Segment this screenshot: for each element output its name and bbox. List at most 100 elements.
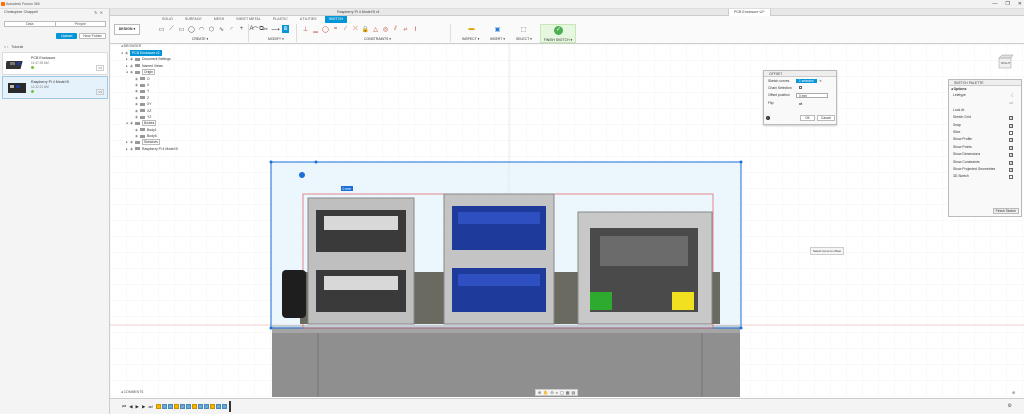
- sketch-point[interactable]: [314, 160, 318, 164]
- checkbox-checked-icon[interactable]: [1009, 137, 1013, 145]
- conic-icon[interactable]: ◜: [228, 25, 235, 33]
- line-icon[interactable]: ⟋: [168, 25, 175, 33]
- checkbox-checked-icon[interactable]: [1009, 145, 1013, 152]
- timeline-feature[interactable]: [204, 404, 209, 409]
- circle-icon[interactable]: ◯: [188, 25, 195, 33]
- tab-solid[interactable]: SOLID: [158, 16, 177, 23]
- coincident-icon[interactable]: ▁: [312, 25, 319, 33]
- rectangle-icon[interactable]: ▭: [178, 25, 185, 33]
- timeline-marker[interactable]: [229, 401, 231, 412]
- timeline-feature[interactable]: [180, 404, 185, 409]
- play-icon[interactable]: ▶: [136, 404, 139, 410]
- offset-icon[interactable]: ⧈: [282, 25, 289, 33]
- checkbox-checked-icon[interactable]: [1009, 123, 1013, 130]
- tab-utilities[interactable]: UTILITIES: [296, 16, 321, 23]
- trim-icon[interactable]: ✂: [262, 25, 269, 33]
- home-icon[interactable]: ⌂ ‹: [4, 45, 8, 49]
- new-folder-button[interactable]: New Folder: [79, 33, 106, 39]
- upload-button[interactable]: Upload: [56, 33, 78, 39]
- file-item-raspberry-pi[interactable]: Raspberry Pi 4 Model B 11:32:21 AM V1: [2, 76, 108, 99]
- palette-option[interactable]: Look At: [949, 107, 1021, 114]
- palette-option[interactable]: Slice: [949, 129, 1021, 136]
- tab-surface[interactable]: SURFACE: [181, 16, 206, 23]
- timeline-feature[interactable]: [222, 404, 227, 409]
- palette-option[interactable]: Show Dimensions: [949, 151, 1021, 160]
- checkbox-icon[interactable]: [1009, 175, 1013, 180]
- user-name[interactable]: Christopher Chappell: [4, 10, 38, 14]
- workspace-design-button[interactable]: DESIGN ▾: [114, 24, 140, 35]
- tab-plastic[interactable]: PLASTIC: [269, 16, 292, 23]
- sketch-curves-selection[interactable]: 1 selected: [796, 79, 817, 83]
- offset-position-input[interactable]: 0 mm: [796, 93, 828, 98]
- sketch-point[interactable]: [739, 326, 743, 330]
- step-back-icon[interactable]: ◀: [129, 404, 132, 410]
- collinear-icon[interactable]: ⫽: [392, 25, 399, 33]
- close-panel-icon[interactable]: ✕: [100, 10, 105, 15]
- checkbox-checked-icon[interactable]: [1009, 115, 1013, 123]
- comments-panel-header[interactable]: ◂ COMMENTS: [121, 390, 143, 394]
- inspect-menu[interactable]: INSPECT ▾: [462, 37, 479, 41]
- curvature-icon[interactable]: ⌇: [412, 25, 419, 33]
- clear-selection-icon[interactable]: ✕: [819, 79, 822, 83]
- maximize-button[interactable]: ❐: [1005, 0, 1009, 9]
- view-cube[interactable]: RIGHT: [996, 54, 1014, 70]
- version-badge[interactable]: V1: [96, 89, 104, 95]
- browser-item[interactable]: ▸ ◉ Raspberry Pi 4 Model B: [121, 146, 211, 152]
- constraints-menu[interactable]: CONSTRAINTS ▾: [364, 37, 391, 41]
- viewport-canvas[interactable]: 0 mm: [110, 44, 1024, 397]
- parallel-icon[interactable]: ∕: [342, 25, 349, 33]
- insert-image-icon[interactable]: ▣: [494, 25, 501, 33]
- tab-sheet-metal[interactable]: SHEET METAL: [232, 16, 265, 23]
- spline-icon[interactable]: ∿: [218, 25, 225, 33]
- cancel-button[interactable]: Cancel: [817, 115, 835, 121]
- close-button[interactable]: ✕: [1018, 0, 1022, 9]
- display-settings-icon[interactable]: ▢: [560, 390, 564, 395]
- palette-option[interactable]: ▭: [949, 99, 1021, 106]
- chain-selection-checkbox[interactable]: [799, 86, 802, 89]
- tangent-icon[interactable]: ◯: [322, 25, 329, 33]
- timeline-feature[interactable]: [192, 404, 197, 409]
- palette-option[interactable]: 3D Sketch: [949, 173, 1021, 180]
- doc-tab-pcb-enclosure[interactable]: PCB Enclosure v2*: [728, 9, 771, 16]
- tab-mesh[interactable]: MESH: [210, 16, 228, 23]
- gear-icon[interactable]: ⚙: [1008, 403, 1012, 409]
- select-menu[interactable]: SELECT ▾: [516, 37, 532, 41]
- palette-option[interactable]: Linetype 〈: [949, 92, 1021, 99]
- grid-settings-icon[interactable]: ▦: [566, 390, 570, 395]
- create-sketch-icon[interactable]: ▭: [158, 25, 165, 33]
- doc-tab-raspberry-pi[interactable]: Raspberry Pi 4 Model B v1: [332, 9, 385, 16]
- ok-button[interactable]: OK: [800, 115, 815, 121]
- sketch-point[interactable]: [269, 160, 273, 164]
- palette-option[interactable]: Show Projected Geometries: [949, 166, 1021, 174]
- pan-icon[interactable]: ✋: [543, 390, 548, 395]
- fit-icon[interactable]: ⌕: [556, 390, 558, 395]
- finish-sketch-button[interactable]: ✓ FINISH SKETCH ▾: [540, 24, 576, 43]
- minimize-button[interactable]: —: [992, 0, 997, 9]
- orbit-icon[interactable]: ⊕: [538, 390, 541, 395]
- palette-option[interactable]: Show Profile: [949, 136, 1021, 145]
- offset-dialog-title[interactable]: OFFSET: [764, 71, 836, 77]
- info-icon[interactable]: i: [766, 116, 770, 120]
- insert-menu[interactable]: INSERT ▾: [490, 37, 505, 41]
- checkbox-checked-icon[interactable]: [1009, 167, 1013, 174]
- concentric-icon[interactable]: ◎: [382, 25, 389, 33]
- go-to-end-icon[interactable]: ⏭: [148, 404, 152, 410]
- point-icon[interactable]: +: [238, 25, 245, 33]
- timeline-feature[interactable]: [210, 404, 215, 409]
- go-to-start-icon[interactable]: ⏮: [122, 404, 126, 410]
- palette-finish-sketch-button[interactable]: Finish Sketch: [992, 208, 1019, 214]
- timeline-feature[interactable]: [168, 404, 173, 409]
- timeline-feature[interactable]: [186, 404, 191, 409]
- checkbox-icon[interactable]: [1009, 130, 1013, 135]
- measure-icon[interactable]: ▬: [468, 25, 475, 33]
- option-icon[interactable]: 〈: [1009, 92, 1013, 99]
- perpendicular-icon[interactable]: ⤫: [352, 25, 359, 33]
- fillet-icon[interactable]: ⌒: [252, 25, 259, 34]
- tab-data[interactable]: Data: [5, 22, 56, 26]
- timeline-feature[interactable]: [162, 404, 167, 409]
- file-item-pcb-enclosure[interactable]: PCB Enclosure 11:47:25 AM V2: [2, 52, 108, 75]
- modify-menu[interactable]: MODIFY ▾: [268, 37, 284, 41]
- flip-icon[interactable]: ⇄: [799, 101, 802, 106]
- timeline-feature[interactable]: [174, 404, 179, 409]
- breadcrumb-folder[interactable]: Tutorial: [11, 45, 23, 49]
